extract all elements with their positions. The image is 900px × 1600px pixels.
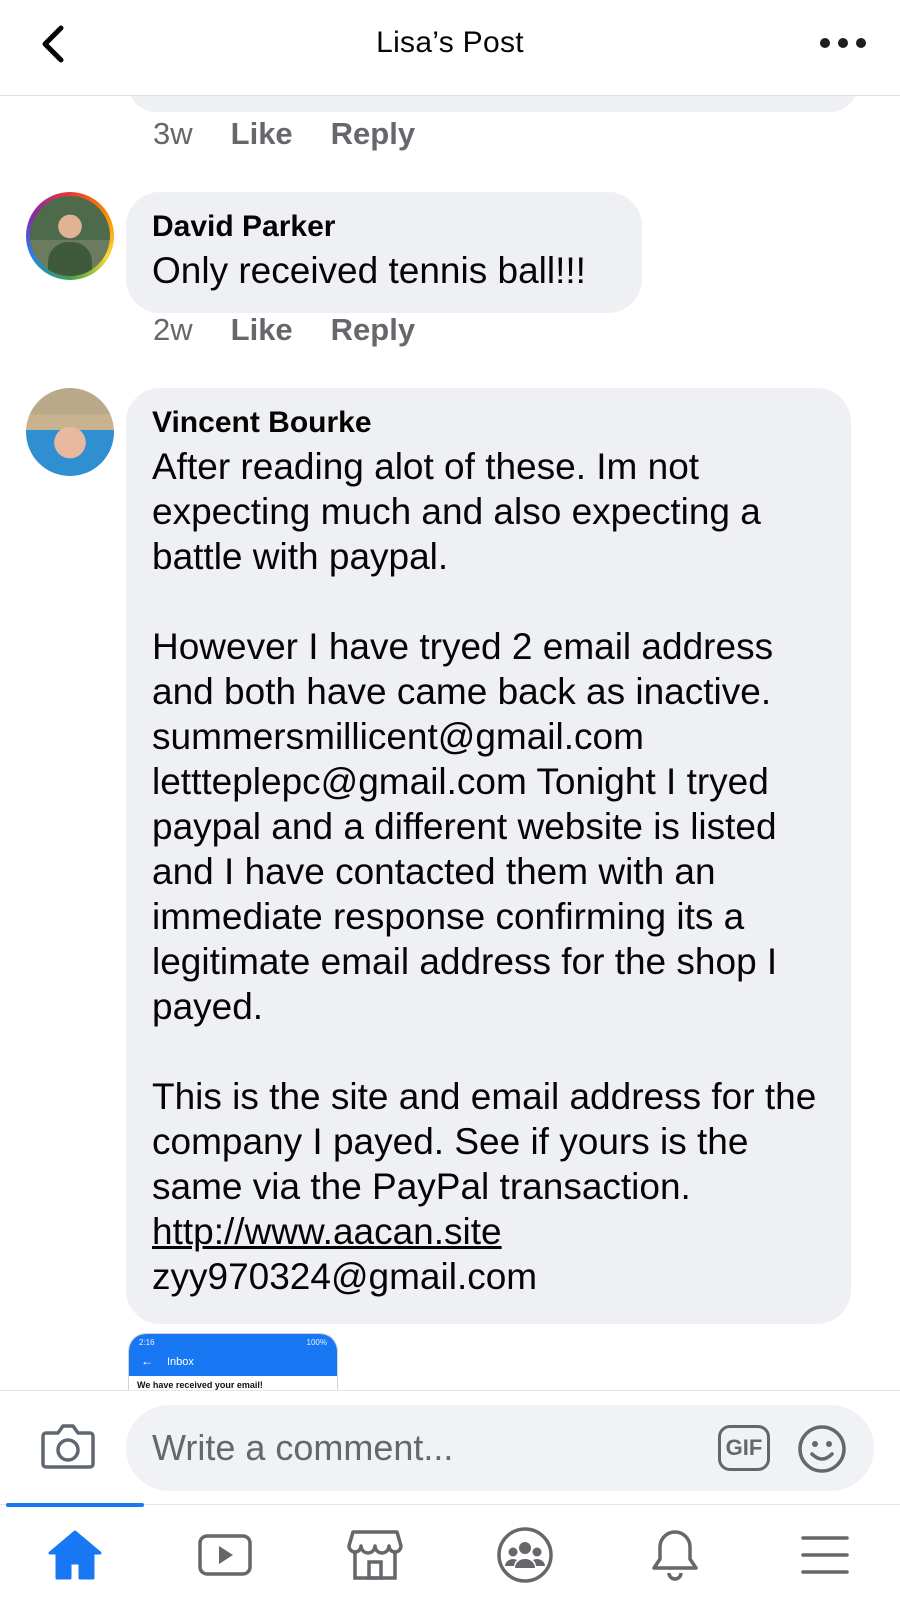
emoji-icon[interactable] xyxy=(796,1423,848,1475)
comment-author[interactable]: David Parker xyxy=(152,210,616,244)
inbox-title: Inbox xyxy=(167,1356,194,1368)
home-icon xyxy=(48,1530,102,1580)
bottom-nav xyxy=(0,1503,900,1600)
status-battery: 100% xyxy=(306,1338,327,1347)
tab-groups[interactable] xyxy=(495,1525,555,1585)
status-time: 2:16 xyxy=(139,1338,155,1347)
like-button[interactable]: Like xyxy=(231,116,293,152)
comment-text: Only received tennis ball!!! xyxy=(152,250,586,291)
tab-home[interactable] xyxy=(45,1525,105,1585)
groups-icon xyxy=(497,1527,553,1583)
comment-input-wrapper: GIF xyxy=(126,1405,874,1491)
avatar[interactable] xyxy=(26,192,114,280)
camera-button[interactable] xyxy=(40,1421,96,1471)
more-options-button[interactable] xyxy=(820,30,866,56)
previous-comment-bubble xyxy=(128,96,858,112)
comment-text: After reading alot of these. Im not expe… xyxy=(152,444,825,1299)
reply-button[interactable]: Reply xyxy=(331,312,415,348)
app-root: Lisa’s Post 3w Like Reply David Parker O… xyxy=(0,0,900,1600)
video-icon xyxy=(198,1534,252,1576)
comment-time: 2w xyxy=(153,312,193,347)
page-title: Lisa’s Post xyxy=(376,26,524,59)
tab-marketplace[interactable] xyxy=(345,1525,405,1585)
comment-composer: GIF xyxy=(0,1390,900,1504)
avatar[interactable] xyxy=(26,388,114,476)
gif-button[interactable]: GIF xyxy=(718,1425,770,1471)
tab-notifications[interactable] xyxy=(645,1525,705,1585)
comment-email: zyy970324@gmail.com xyxy=(152,1256,538,1297)
comment-time: 3w xyxy=(153,116,193,151)
attachment-preview-text: We have received your email! xyxy=(137,1380,263,1390)
tab-menu[interactable] xyxy=(795,1525,855,1585)
reply-button[interactable]: Reply xyxy=(331,116,415,152)
arrow-left-icon: ← xyxy=(141,1354,153,1368)
more-horizontal-icon xyxy=(820,38,830,48)
comment-actions: 2w Like Reply xyxy=(153,312,415,348)
comment-paragraph: This is the site and email address for t… xyxy=(152,1076,817,1207)
marketplace-icon xyxy=(347,1530,403,1580)
comment-input[interactable] xyxy=(152,1405,672,1491)
comment-actions: 3w Like Reply xyxy=(153,116,415,152)
header: Lisa’s Post xyxy=(0,0,900,96)
like-button[interactable]: Like xyxy=(231,312,293,348)
comment-paragraph: However I have tryed 2 email address and… xyxy=(152,626,778,1027)
comments-list[interactable]: 3w Like Reply David Parker Only received… xyxy=(0,96,900,1390)
active-tab-indicator xyxy=(6,1503,144,1507)
site-link[interactable]: http://www.aacan.site xyxy=(152,1211,502,1252)
notifications-icon xyxy=(652,1530,698,1581)
menu-icon xyxy=(801,1536,849,1574)
camera-icon xyxy=(41,1424,95,1469)
tab-video[interactable] xyxy=(195,1525,255,1585)
comment-author[interactable]: Vincent Bourke xyxy=(152,406,825,440)
comment-bubble: David Parker Only received tennis ball!!… xyxy=(126,192,642,313)
comment-bubble: Vincent Bourke After reading alot of the… xyxy=(126,388,851,1324)
attachment-thumbnail[interactable]: 2:16 100% ← Inbox We have received your … xyxy=(128,1333,338,1390)
comment-paragraph: After reading alot of these. Im not expe… xyxy=(152,446,761,577)
